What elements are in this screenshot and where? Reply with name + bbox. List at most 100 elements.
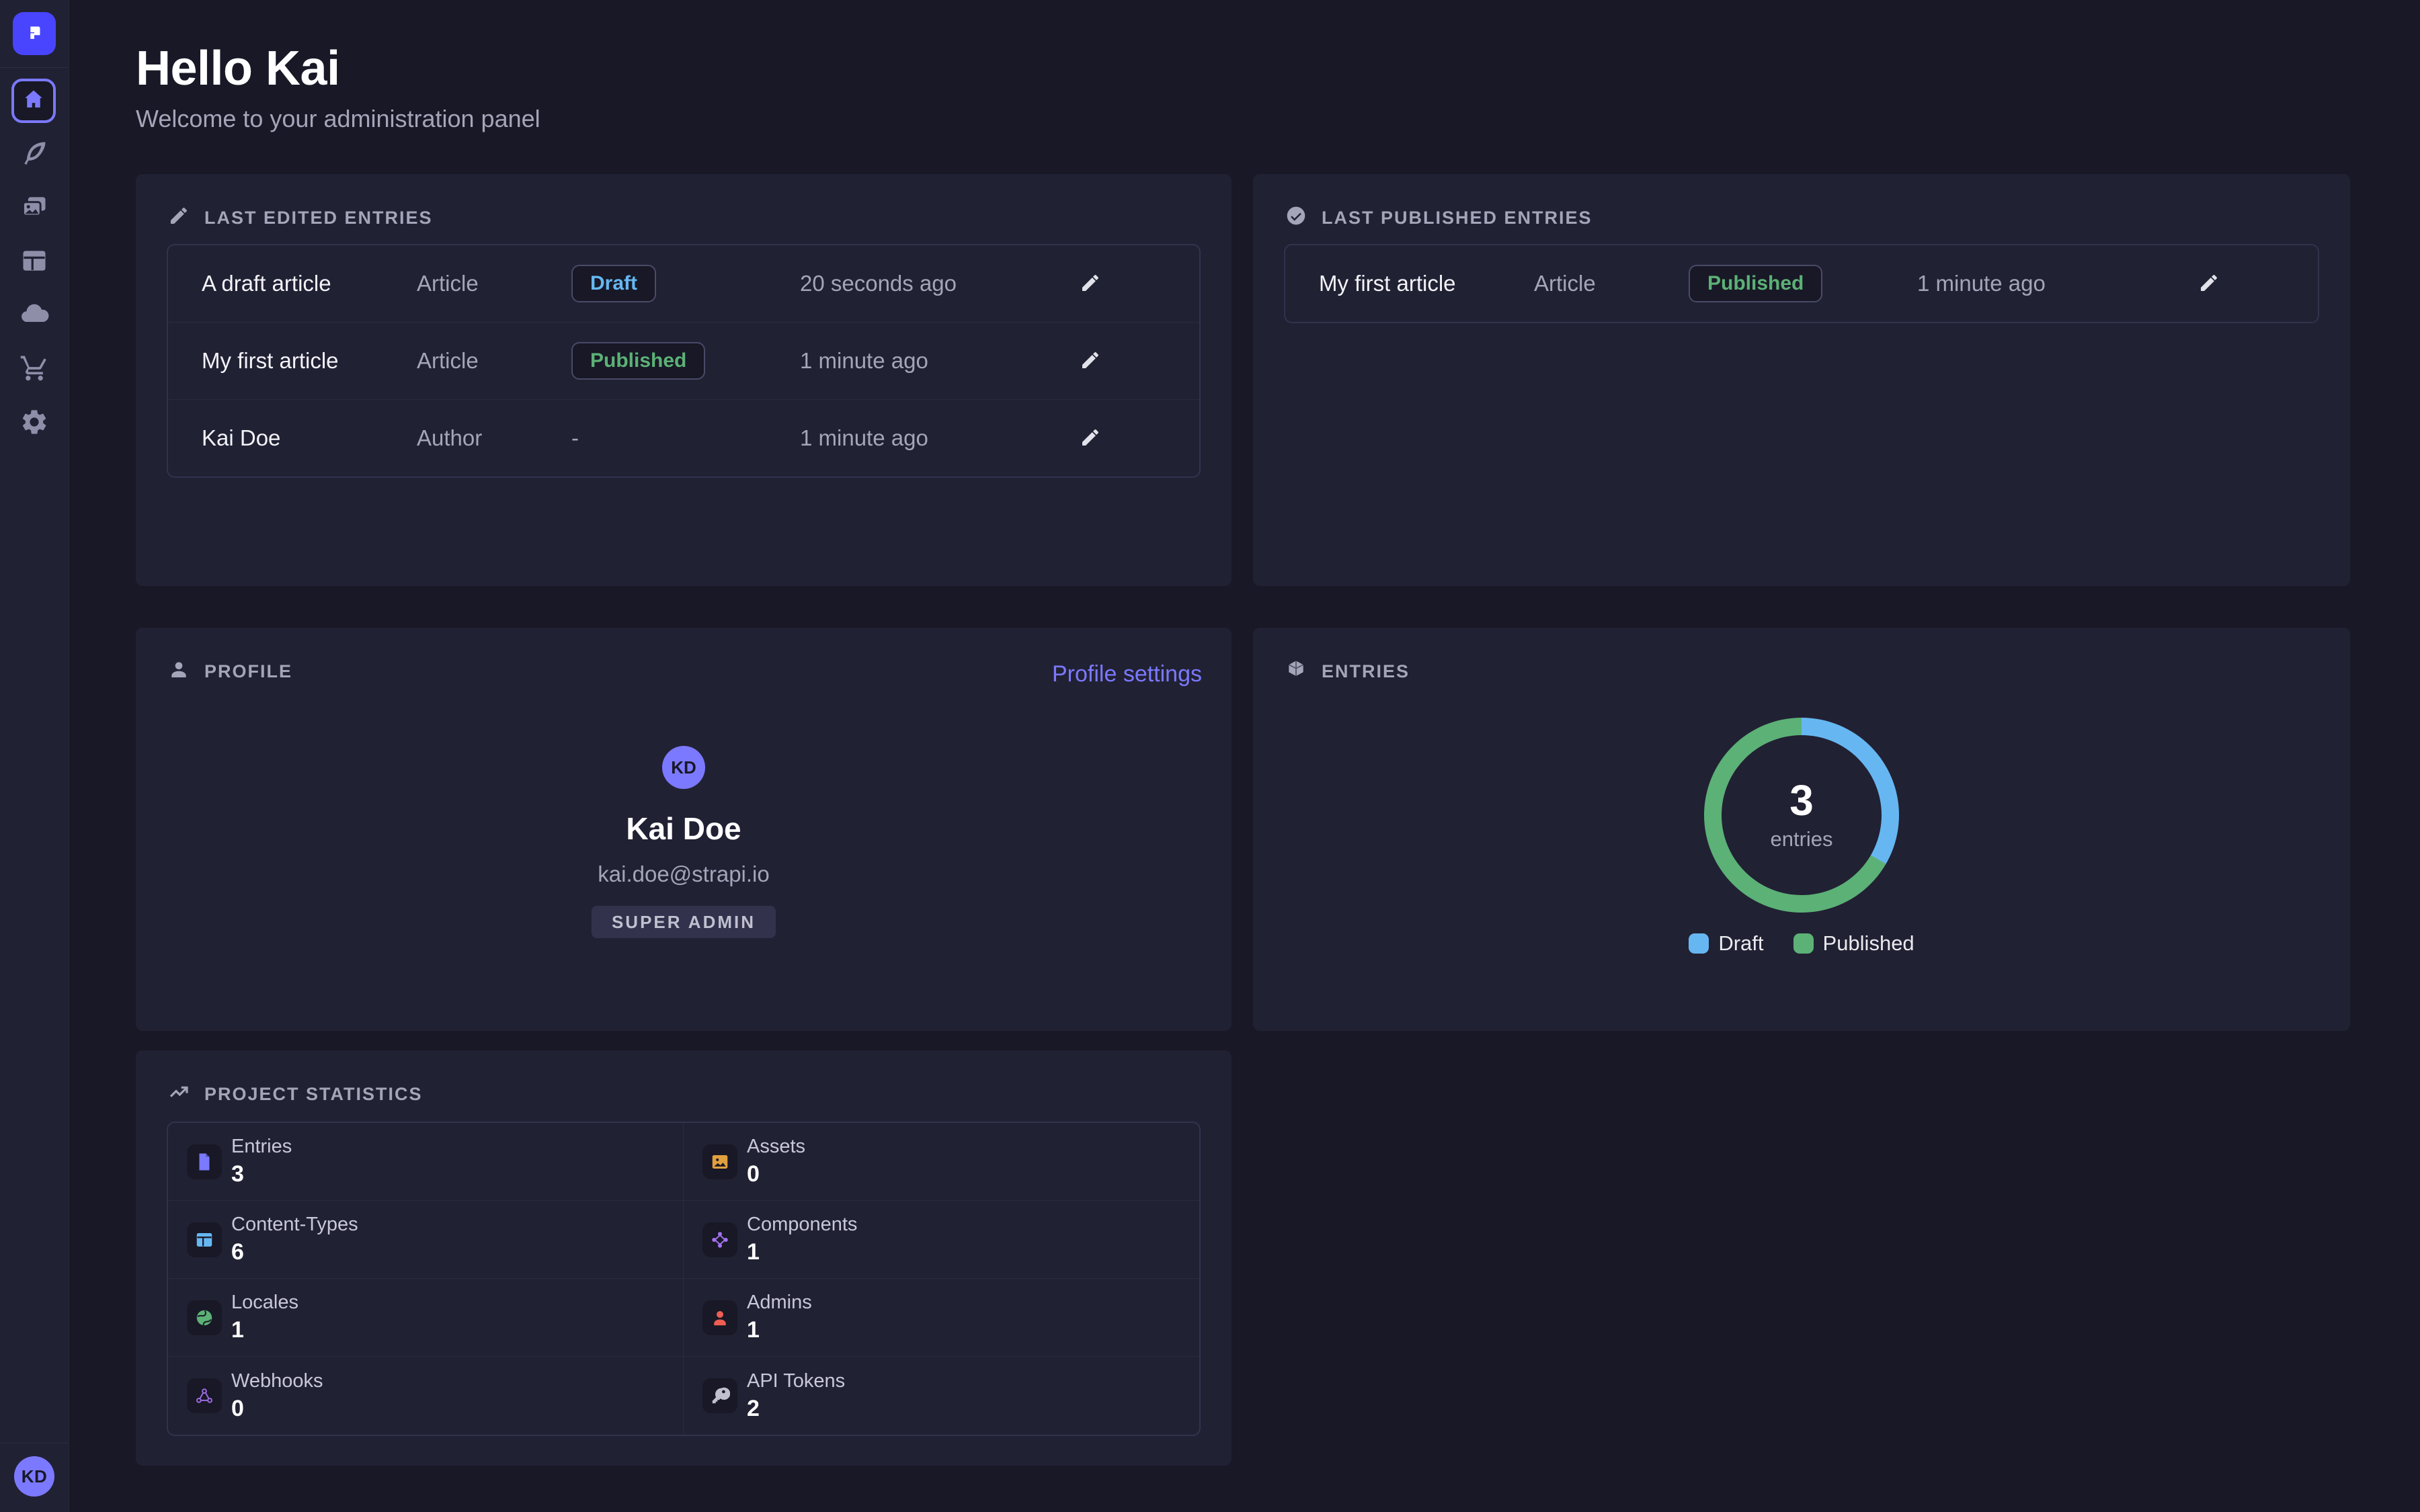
cube-icon — [1285, 659, 1307, 685]
stat-label: Locales — [231, 1292, 298, 1314]
sidebar-item-settings[interactable] — [0, 396, 69, 450]
table-row: A draft article Article Draft 20 seconds… — [168, 245, 1199, 323]
widget-title: LAST EDITED ENTRIES — [168, 205, 433, 231]
profile-email: kai.doe@strapi.io — [598, 862, 769, 887]
stat-label: Content-Types — [231, 1214, 358, 1236]
sidebar-item-content-manager[interactable] — [0, 128, 69, 181]
strapi-logo[interactable] — [13, 12, 56, 55]
avatar: KD — [662, 746, 705, 789]
last-edited-table: A draft article Article Draft 20 seconds… — [167, 244, 1201, 478]
key-icon — [702, 1378, 737, 1413]
last-published-entries-widget: LAST PUBLISHED ENTRIES My first article … — [1253, 174, 2350, 586]
entry-type: Author — [417, 425, 571, 451]
stat-label: Assets — [747, 1136, 805, 1158]
widget-title-label: LAST PUBLISHED ENTRIES — [1322, 208, 1592, 228]
stat-cell-admins: Admins 1 — [684, 1279, 1199, 1357]
stat-value: 2 — [747, 1396, 845, 1422]
stat-value: 0 — [231, 1396, 323, 1422]
role-badge: SUPER ADMIN — [592, 906, 776, 938]
shapes-icon — [702, 1222, 737, 1257]
gear-icon — [19, 407, 49, 440]
sidebar-item-marketplace[interactable] — [0, 343, 69, 396]
widget-title-label: ENTRIES — [1322, 661, 1410, 682]
check-circle-icon — [1285, 205, 1307, 231]
status-empty: - — [571, 425, 579, 451]
stat-value: 3 — [231, 1161, 292, 1187]
widget-title: ENTRIES — [1285, 659, 1410, 685]
stat-value: 1 — [747, 1239, 857, 1265]
stat-value: 6 — [231, 1239, 358, 1265]
trending-up-icon — [168, 1081, 190, 1107]
entry-time: 1 minute ago — [800, 348, 1076, 374]
status-badge: Published — [1689, 265, 1822, 302]
sidebar-item-home[interactable] — [11, 79, 56, 123]
edit-entry-button[interactable] — [1076, 423, 1105, 453]
widget-title-label: PROFILE — [204, 661, 292, 682]
entry-name: A draft article — [202, 271, 417, 296]
entries-count: 3 — [1789, 779, 1814, 822]
stat-value: 1 — [747, 1317, 812, 1343]
widget-title-label: LAST EDITED ENTRIES — [204, 208, 433, 228]
edit-entry-button[interactable] — [2194, 269, 2224, 298]
home-icon — [22, 87, 46, 115]
picture-icon — [702, 1144, 737, 1179]
stat-label: API Tokens — [747, 1370, 845, 1392]
images-icon — [19, 192, 49, 225]
pencil-icon — [2198, 272, 2220, 296]
globe-icon — [187, 1300, 222, 1335]
stat-label: Webhooks — [231, 1370, 323, 1392]
legend-item-draft: Draft — [1689, 931, 1763, 956]
table-row: Kai Doe Author - 1 minute ago — [168, 400, 1199, 476]
pencil-icon — [1080, 349, 1101, 373]
entry-type: Article — [417, 271, 571, 296]
entry-name: Kai Doe — [202, 425, 417, 451]
draft-swatch — [1689, 933, 1709, 954]
table-row: My first article Article Published 1 min… — [1285, 245, 2318, 322]
person-icon — [702, 1300, 737, 1335]
widget-title: PROJECT STATISTICS — [168, 1081, 423, 1107]
page-header: Hello Kai Welcome to your administration… — [136, 42, 540, 133]
table-row: My first article Article Published 1 min… — [168, 323, 1199, 400]
user-avatar[interactable]: KD — [14, 1456, 54, 1497]
stat-cell-assets: Assets 0 — [684, 1123, 1199, 1201]
profile-widget: PROFILE Profile settings KD Kai Doe kai.… — [136, 628, 1232, 1031]
entries-widget: ENTRIES 3 entries Draft Published — [1253, 628, 2350, 1031]
layout-icon — [19, 246, 49, 279]
page-title: Hello Kai — [136, 42, 540, 95]
stat-cell-components: Components 1 — [684, 1201, 1199, 1279]
last-edited-entries-widget: LAST EDITED ENTRIES A draft article Arti… — [136, 174, 1232, 586]
widget-title: LAST PUBLISHED ENTRIES — [1285, 205, 1592, 231]
page-subtitle: Welcome to your administration panel — [136, 105, 540, 133]
stat-label: Admins — [747, 1292, 812, 1314]
stat-cell-api-tokens: API Tokens 2 — [684, 1357, 1199, 1435]
last-published-table: My first article Article Published 1 min… — [1284, 244, 2319, 323]
sidebar-item-content-type-builder[interactable] — [0, 235, 69, 289]
edit-entry-button[interactable] — [1076, 346, 1105, 376]
entry-type: Article — [417, 348, 571, 374]
sidebar-item-media-library[interactable] — [0, 181, 69, 235]
widget-title: PROFILE — [168, 659, 292, 685]
doc-icon — [187, 1144, 222, 1179]
profile-name: Kai Doe — [626, 810, 741, 847]
strapi-logo-icon — [23, 21, 46, 47]
cloud-icon — [19, 300, 49, 333]
legend-label: Draft — [1718, 931, 1763, 956]
status-badge: Published — [571, 342, 705, 380]
stat-value: 1 — [231, 1317, 298, 1343]
stat-value: 0 — [747, 1161, 805, 1187]
sidebar-item-deploy[interactable] — [0, 289, 69, 343]
strapi-admin-dashboard: KD Hello Kai Welcome to your administrat… — [0, 0, 2420, 1512]
profile-settings-link[interactable]: Profile settings — [1052, 661, 1202, 687]
person-icon — [168, 659, 190, 685]
stat-cell-webhooks: Webhooks 0 — [168, 1357, 684, 1435]
edit-entry-button[interactable] — [1076, 269, 1105, 298]
entry-type: Article — [1534, 271, 1689, 296]
pencil-icon — [1080, 272, 1101, 296]
entries-unit: entries — [1770, 827, 1832, 851]
profile-body: KD Kai Doe kai.doe@strapi.io SUPER ADMIN — [136, 746, 1232, 938]
entry-time: 1 minute ago — [800, 425, 1076, 451]
stat-cell-content-types: Content-Types 6 — [168, 1201, 684, 1279]
sidebar-nav — [0, 128, 69, 450]
project-statistics-widget: PROJECT STATISTICS Entries 3 Assets 0 — [136, 1050, 1232, 1466]
layout-icon — [187, 1222, 222, 1257]
